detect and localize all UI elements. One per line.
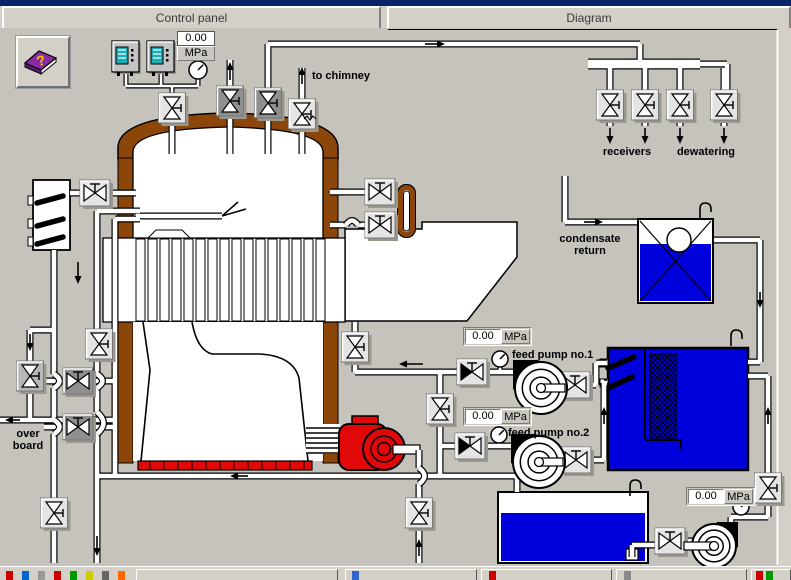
- pressure-display-transfer-pump: 0.00 MPa: [686, 487, 755, 506]
- taskbar-icon-fragment[interactable]: [624, 571, 631, 580]
- feed-pump-2[interactable]: [511, 434, 565, 488]
- boiler-simulator-window: Control panel Diagram ? to chimney recei…: [0, 0, 791, 580]
- pressure-display-boiler: 0.00 MPa: [177, 31, 215, 61]
- feed-pump-1[interactable]: [513, 360, 567, 414]
- valve-dewatering-2[interactable]: [711, 90, 741, 123]
- taskbar-icon-fragment[interactable]: [22, 571, 29, 580]
- taskbar-icon-fragment[interactable]: [86, 571, 93, 580]
- pressure-value: 0.00: [688, 489, 724, 504]
- label-to-chimney: to chimney: [306, 70, 376, 82]
- taskbar-button-3[interactable]: [481, 569, 612, 580]
- taskbar-icon-fragment[interactable]: [6, 571, 13, 580]
- pressure-gauge-feed-2: [491, 427, 507, 443]
- taskbar-button-4[interactable]: [616, 569, 747, 580]
- reserve-feed-tank: [498, 492, 648, 563]
- label-feed-pump-2: feed pump no.2: [508, 427, 589, 439]
- label-receivers: receivers: [592, 146, 662, 158]
- tab-diagram[interactable]: Diagram: [387, 6, 791, 28]
- label-overboard-line1: over: [4, 428, 52, 440]
- taskbar-icon-fragment[interactable]: [38, 571, 45, 580]
- help-button[interactable]: ?: [16, 36, 70, 88]
- taskbar-icon-fragment[interactable]: [70, 571, 77, 580]
- valve-feed-suction[interactable]: [427, 394, 457, 427]
- safety-valve[interactable]: [289, 99, 319, 132]
- valve-feed-inlet[interactable]: [342, 332, 372, 365]
- label-condensate-line1: condensate: [550, 233, 630, 245]
- valve-receiver-2[interactable]: [632, 90, 662, 123]
- gauge-board[interactable]: [28, 180, 70, 250]
- taskbar-icon-fragment[interactable]: [118, 571, 125, 580]
- boiler-tube-bank: [103, 230, 345, 322]
- taskbar-button-2[interactable]: [345, 569, 477, 580]
- taskbar[interactable]: [0, 566, 791, 580]
- pressure-gauge-boiler: [189, 61, 207, 79]
- valve-blowdown-2[interactable]: [63, 368, 96, 397]
- valve-drain-bottom[interactable]: [406, 498, 436, 531]
- valve-level-glass-top[interactable]: [365, 179, 398, 208]
- pressure-unit: MPa: [501, 409, 530, 424]
- pressure-display-feed-pump-1: 0.00 MPa: [463, 327, 532, 346]
- valve-steam-vent[interactable]: [217, 86, 247, 119]
- taskbar-icon-fragment[interactable]: [352, 571, 359, 580]
- pressure-unit: MPa: [724, 489, 753, 504]
- condensate-tank: [638, 219, 713, 303]
- taskbar-icon-fragment[interactable]: [54, 571, 61, 580]
- valve-aux-steam[interactable]: [255, 88, 285, 121]
- valve-dewatering-1[interactable]: [667, 90, 697, 123]
- furnace: [133, 322, 323, 470]
- taskbar-button-1[interactable]: [136, 569, 338, 580]
- water-level-glass: [398, 185, 415, 237]
- taskbar-icon-fragment[interactable]: [489, 571, 496, 580]
- pressure-transmitter-2[interactable]: [147, 41, 176, 76]
- label-condensate-line2: return: [550, 245, 630, 257]
- pressure-value: 0.00: [465, 409, 501, 424]
- valve-level-glass-bottom[interactable]: [365, 212, 398, 241]
- valve-transfer-discharge[interactable]: [755, 473, 785, 506]
- valve-gauge-board[interactable]: [80, 180, 113, 209]
- diagram-canvas: [0, 0, 791, 580]
- pressure-unit: MPa: [501, 329, 530, 344]
- taskbar-icon-fragment[interactable]: [102, 571, 109, 580]
- label-feed-pump-1: feed pump no.1: [512, 349, 593, 361]
- taskbar-icon-fragment[interactable]: [766, 571, 773, 580]
- feed-water-tank: [600, 348, 748, 470]
- pressure-value: 0.00: [465, 329, 501, 344]
- help-book-icon: ?: [18, 38, 62, 80]
- tab-control-panel[interactable]: Control panel: [2, 6, 381, 28]
- label-dewatering: dewatering: [668, 146, 744, 158]
- valve-overboard[interactable]: [41, 498, 71, 531]
- check-valve-feed-pump-2[interactable]: [455, 433, 488, 462]
- taskbar-icon-fragment[interactable]: [756, 571, 763, 580]
- check-valve-feed-pump-1[interactable]: [457, 359, 490, 388]
- pressure-unit: MPa: [177, 46, 215, 61]
- label-over-board: over board: [4, 428, 52, 452]
- pressure-display-feed-pump-2: 0.00 MPa: [463, 407, 532, 426]
- valve-scum[interactable]: [86, 329, 116, 362]
- pressure-value: 0.00: [177, 31, 215, 46]
- label-overboard-line2: board: [4, 440, 52, 452]
- pressure-gauge-feed-1: [492, 351, 508, 367]
- valve-blowdown-3[interactable]: [63, 414, 96, 443]
- pressure-transmitter-1[interactable]: [112, 41, 141, 76]
- label-condensate-return: condensate return: [550, 233, 630, 257]
- valve-receiver-1[interactable]: [597, 90, 627, 123]
- valve-sensing-line[interactable]: [159, 93, 189, 126]
- valve-hotwell-suction[interactable]: [655, 528, 688, 557]
- valve-blowdown-1[interactable]: [17, 361, 47, 394]
